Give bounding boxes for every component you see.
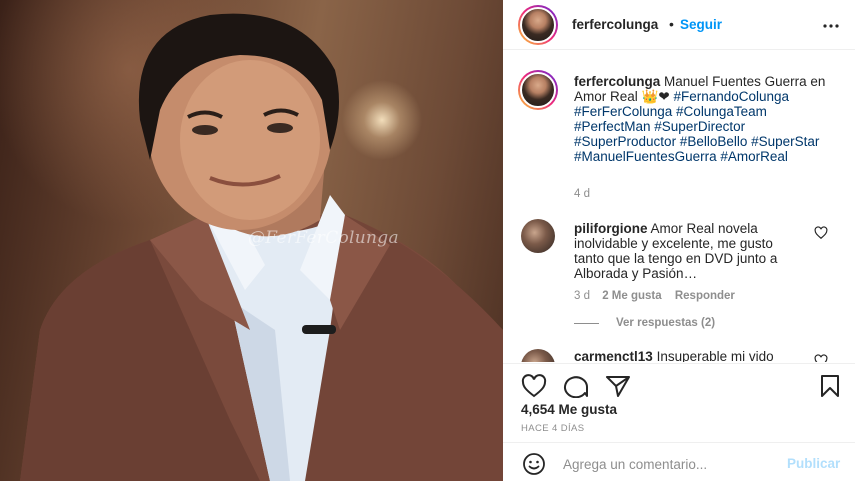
more-icon[interactable] xyxy=(823,18,839,39)
add-comment-bar: Publicar xyxy=(503,442,855,481)
likes-count[interactable]: 4,654 Me gusta xyxy=(521,402,617,417)
post-photo[interactable]: @FerFerColunga xyxy=(0,0,503,481)
comment-meta: 3 d 2 Me gusta Responder xyxy=(574,290,735,302)
comment-avatar[interactable] xyxy=(521,219,555,253)
reply-button[interactable]: Responder xyxy=(675,290,735,302)
bookmark-icon[interactable] xyxy=(819,374,841,398)
comment: piliforgione Amor Real novela inolvidabl… xyxy=(574,221,799,281)
comment-avatar[interactable] xyxy=(521,349,555,362)
share-icon[interactable] xyxy=(605,374,631,398)
post-side-panel: ferfercolunga • Seguir ferfercolunga Man… xyxy=(503,0,855,481)
photo-watermark: @FerFerColunga xyxy=(248,228,399,248)
comment-age[interactable]: 3 d xyxy=(574,290,590,302)
comment-input[interactable] xyxy=(563,454,773,474)
comment-icon[interactable] xyxy=(563,374,589,398)
comment-like-icon[interactable] xyxy=(814,354,828,362)
caption-avatar[interactable] xyxy=(518,70,558,110)
header-separator: • xyxy=(669,16,674,32)
post-header: ferfercolunga • Seguir xyxy=(503,0,855,50)
comment-text: Insuperable mi vido xyxy=(656,349,774,362)
caption-emoji: 👑❤ xyxy=(641,89,670,104)
follow-button[interactable]: Seguir xyxy=(680,17,722,32)
publish-button[interactable]: Publicar xyxy=(787,456,840,471)
author-avatar[interactable] xyxy=(518,5,558,45)
caption-age[interactable]: 4 d xyxy=(574,188,590,200)
caption-username[interactable]: ferfercolunga xyxy=(574,74,660,89)
comments-list[interactable]: ferfercolunga Manuel Fuentes Guerra en A… xyxy=(503,51,855,362)
post-date[interactable]: HACE 4 DÍAS xyxy=(521,423,585,434)
replies-line xyxy=(574,323,599,324)
comment-username[interactable]: piliforgione xyxy=(574,221,648,236)
comment-likes[interactable]: 2 Me gusta xyxy=(602,290,661,302)
view-replies-label: Ver respuestas (2) xyxy=(616,317,716,329)
author-username[interactable]: ferfercolunga xyxy=(572,17,658,32)
comment-like-icon[interactable] xyxy=(814,226,828,240)
emoji-icon[interactable] xyxy=(522,452,546,476)
comment-username[interactable]: carmenctl13 xyxy=(574,349,653,362)
view-replies-button[interactable]: Ver respuestas (2) xyxy=(616,317,715,329)
heart-icon[interactable] xyxy=(521,374,547,398)
caption: ferfercolunga Manuel Fuentes Guerra en A… xyxy=(574,74,839,164)
comment: carmenctl13 Insuperable mi vido xyxy=(574,349,804,362)
action-bar: 4,654 Me gusta HACE 4 DÍAS Publicar xyxy=(503,363,855,481)
